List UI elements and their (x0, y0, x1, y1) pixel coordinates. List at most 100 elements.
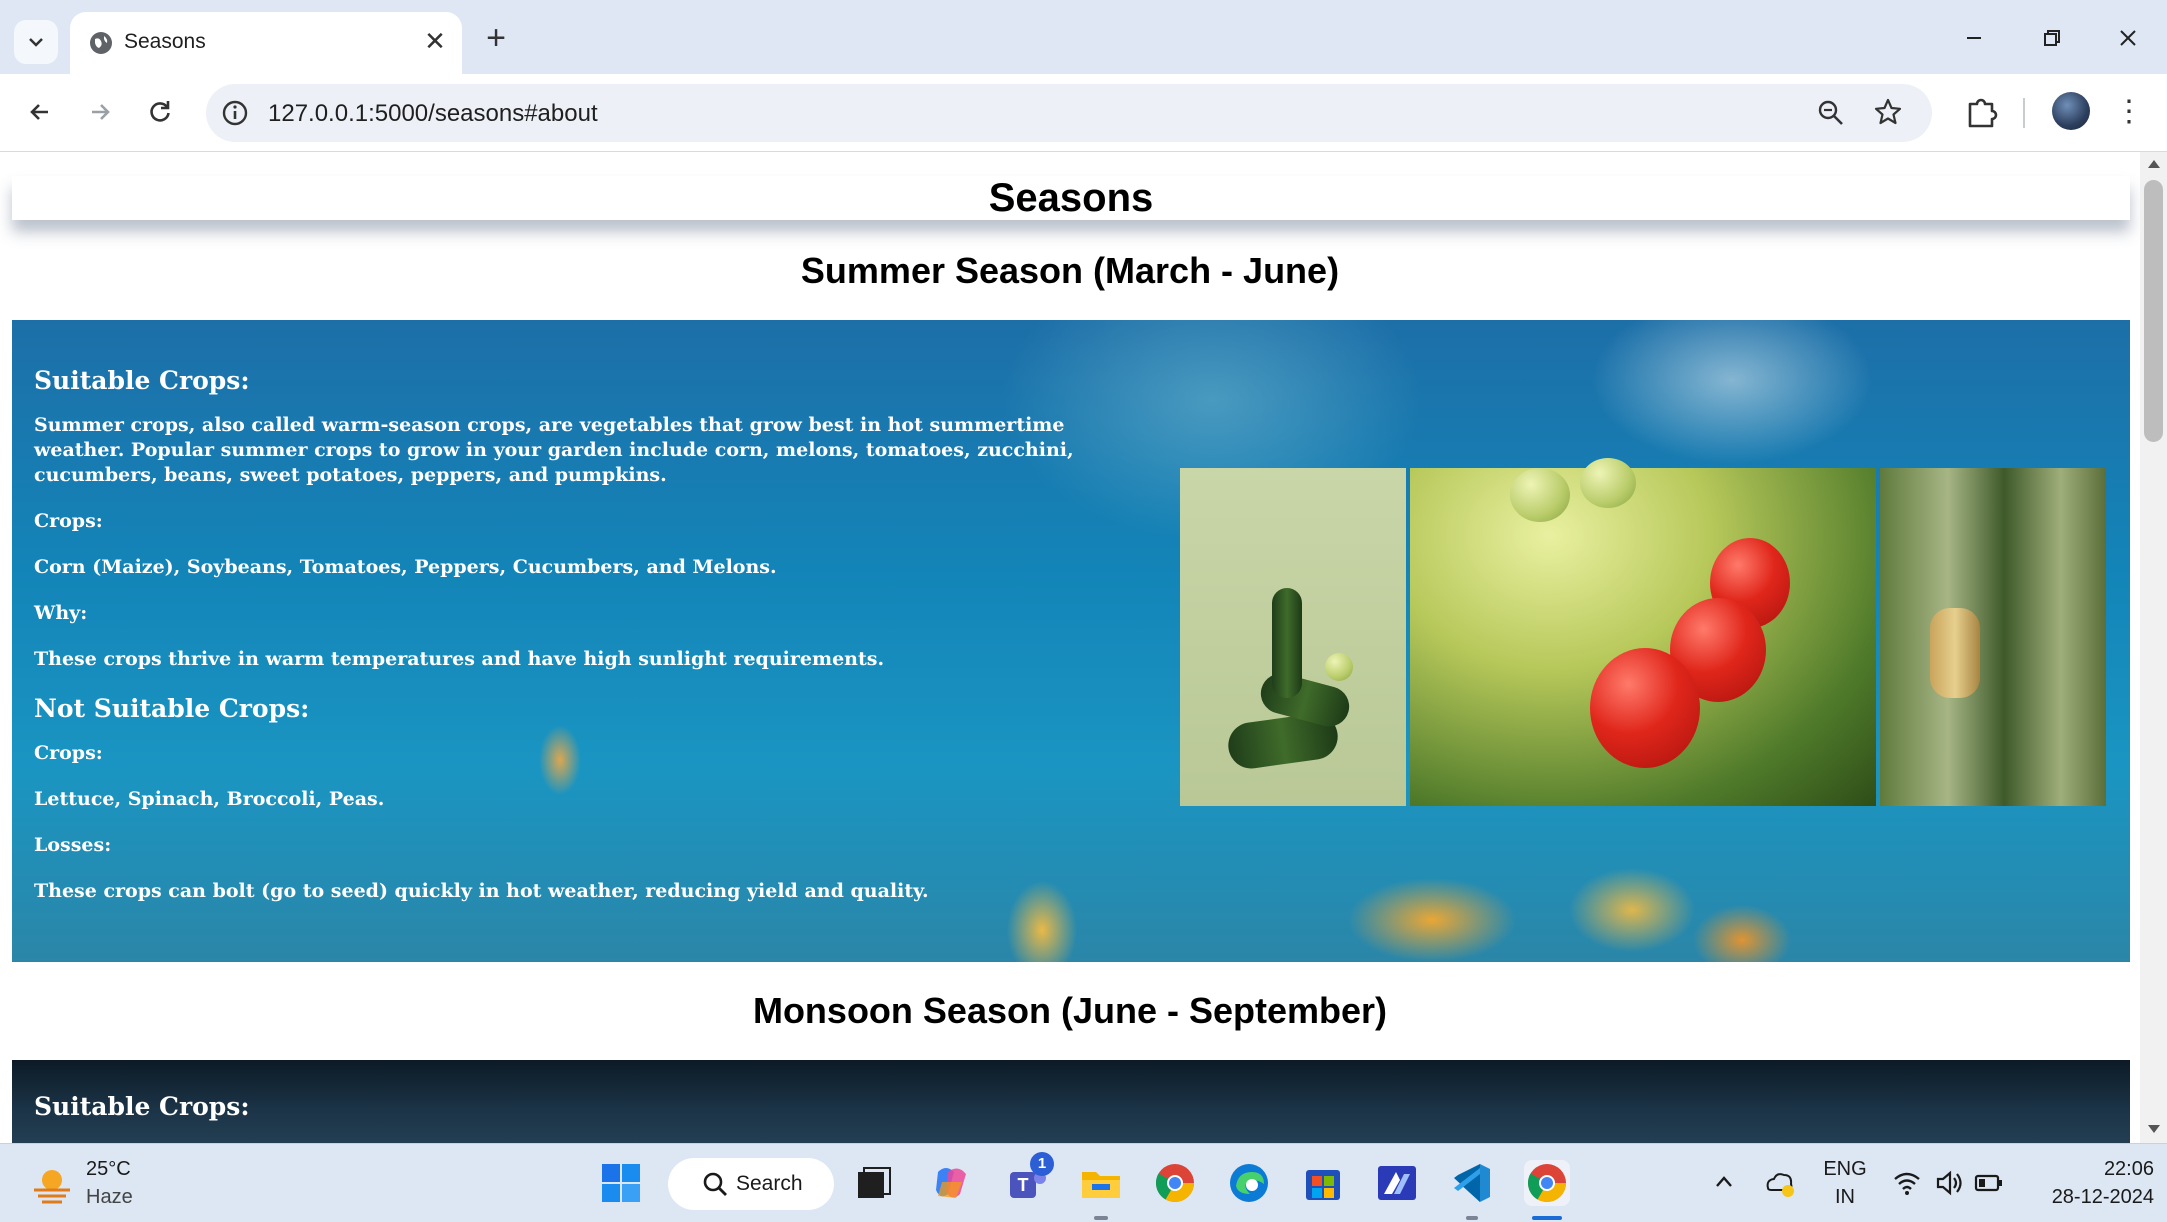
suitable-crops-list: Corn (Maize), Soybeans, Tomatoes, Pepper… (34, 556, 777, 578)
minimize-icon (1967, 37, 1981, 39)
teams-app[interactable]: T 1 (1004, 1152, 1054, 1206)
cucumber-shape (1272, 588, 1302, 698)
file-explorer-app[interactable] (1078, 1160, 1124, 1206)
close-window-button[interactable] (2098, 14, 2158, 64)
address-bar[interactable]: 127.0.0.1:5000/seasons#about (206, 84, 1932, 142)
corn-cob-shape (1930, 608, 1980, 698)
browser-menu-button[interactable]: ⋮ (2114, 92, 2144, 132)
cucumber-slice-shape (1325, 653, 1353, 681)
weather-description[interactable]: Haze (86, 1186, 133, 1209)
green-tomato-shape (1510, 468, 1570, 522)
teams-notification-badge: 1 (1030, 1152, 1054, 1176)
monsoon-season-title: Monsoon Season (June - September) (752, 990, 1388, 1031)
toolbar-divider (2023, 98, 2025, 128)
task-view-icon (858, 1167, 891, 1198)
language-indicator[interactable]: ENG (1820, 1158, 1870, 1181)
chrome-icon (1527, 1164, 1566, 1203)
edge-app[interactable] (1226, 1160, 1272, 1206)
why-text: These crops thrive in warm temperatures … (34, 648, 885, 670)
windows-logo-icon (602, 1164, 640, 1202)
summer-season-panel: Suitable Crops: Summer crops, also calle… (12, 320, 2130, 962)
powerapps-app[interactable] (1374, 1160, 1420, 1206)
tab-strip: Seasons ✕ + (0, 0, 2167, 74)
tab-search-button[interactable] (14, 20, 58, 64)
vscode-app[interactable] (1448, 1160, 1494, 1206)
wifi-icon[interactable] (1892, 1170, 1922, 1196)
weather-temperature[interactable]: 25°C (86, 1158, 131, 1181)
vscode-icon (1454, 1164, 1490, 1202)
weather-haze-icon[interactable] (30, 1162, 74, 1206)
cucumber-image (1180, 468, 1406, 806)
page-scrollbar[interactable] (2140, 152, 2167, 1143)
arrow-right-icon (92, 104, 110, 120)
running-indicator (1466, 1216, 1478, 1220)
not-suitable-crops-list: Lettuce, Spinach, Broccoli, Peas. (34, 788, 385, 810)
close-icon (2120, 30, 2136, 46)
url-text[interactable]: 127.0.0.1:5000/seasons#about (268, 100, 598, 128)
site-info-icon[interactable] (220, 98, 250, 128)
extensions-puzzle-icon[interactable] (1962, 92, 2002, 132)
running-indicator (1094, 1216, 1108, 1220)
losses-label: Losses: (34, 834, 112, 856)
chrome-app[interactable] (1152, 1160, 1198, 1206)
folder-icon (1082, 1172, 1120, 1198)
summer-season-title: Summer Season (March - June) (800, 250, 1340, 291)
scroll-down-arrow-icon[interactable] (2148, 1125, 2160, 1133)
back-button[interactable] (18, 90, 62, 134)
green-tomato-shape (1580, 458, 1636, 508)
monsoon-season-panel: Suitable Crops: (12, 1060, 2130, 1143)
taskbar-search-box[interactable]: Search (668, 1158, 834, 1210)
restore-button[interactable] (2022, 14, 2082, 64)
battery-icon[interactable] (1974, 1172, 2004, 1194)
crops-label: Crops: (34, 510, 103, 532)
onedrive-warning-icon[interactable] (1762, 1166, 1796, 1200)
losses-text: These crops can bolt (go to seed) quickl… (34, 880, 929, 902)
corn-image (1880, 468, 2106, 806)
why-label: Why: (34, 602, 88, 624)
search-icon (703, 1172, 727, 1196)
edge-icon (1230, 1164, 1268, 1202)
arrow-left-icon (30, 104, 48, 120)
volume-icon[interactable] (1934, 1168, 1964, 1198)
globe-icon (90, 32, 112, 54)
store-icon (1306, 1170, 1340, 1200)
start-button[interactable] (598, 1160, 644, 1206)
minimize-button[interactable] (1944, 14, 2004, 64)
clock-time[interactable]: 22:06 (2020, 1158, 2154, 1181)
site-header: Seasons (12, 176, 2130, 220)
windows-taskbar: 25°C Haze Search T 1 ENG IN 22:06 28-12-… (0, 1143, 2167, 1222)
monsoon-suitable-crops-heading: Suitable Crops: (34, 1092, 250, 1121)
search-label: Search (736, 1172, 803, 1195)
copilot-icon (936, 1168, 966, 1198)
tab-title: Seasons (124, 30, 206, 53)
bookmark-star-icon[interactable] (1872, 96, 1904, 128)
powerapps-icon (1378, 1166, 1416, 1200)
chevron-up-icon[interactable] (1712, 1170, 1736, 1194)
tomato-shape (1590, 648, 1700, 768)
forward-button[interactable] (78, 90, 122, 134)
not-crops-label: Crops: (34, 742, 103, 764)
task-view-button[interactable] (850, 1160, 896, 1206)
tab-seasons[interactable]: Seasons ✕ (70, 12, 462, 74)
new-tab-button[interactable]: + (478, 20, 514, 56)
scroll-up-arrow-icon[interactable] (2148, 160, 2160, 168)
reload-button[interactable] (138, 90, 182, 134)
scrollbar-thumb[interactable] (2144, 180, 2163, 442)
svg-text:T: T (1018, 1175, 1029, 1195)
restore-icon (2044, 30, 2060, 46)
zoom-icon[interactable] (1816, 98, 1846, 128)
monsoon-season-text: Suitable Crops: (34, 1060, 1144, 1139)
suitable-crops-heading: Suitable Crops: (34, 366, 250, 395)
region-indicator[interactable]: IN (1820, 1186, 1870, 1209)
active-indicator (1532, 1216, 1562, 1220)
copilot-app[interactable] (928, 1160, 974, 1206)
close-tab-icon[interactable]: ✕ (420, 26, 450, 56)
clock-date[interactable]: 28-12-2024 (2020, 1186, 2154, 1209)
microsoft-store-app[interactable] (1300, 1160, 1346, 1206)
summer-intro: Summer crops, also called warm-season cr… (34, 414, 1074, 486)
chevron-down-icon (29, 38, 43, 47)
page-viewport: Seasons Summer Season (March - June) Sui… (0, 152, 2167, 1143)
chrome-app-active[interactable] (1524, 1160, 1570, 1206)
profile-avatar[interactable] (2052, 92, 2090, 130)
page-title: Seasons (988, 176, 1154, 220)
